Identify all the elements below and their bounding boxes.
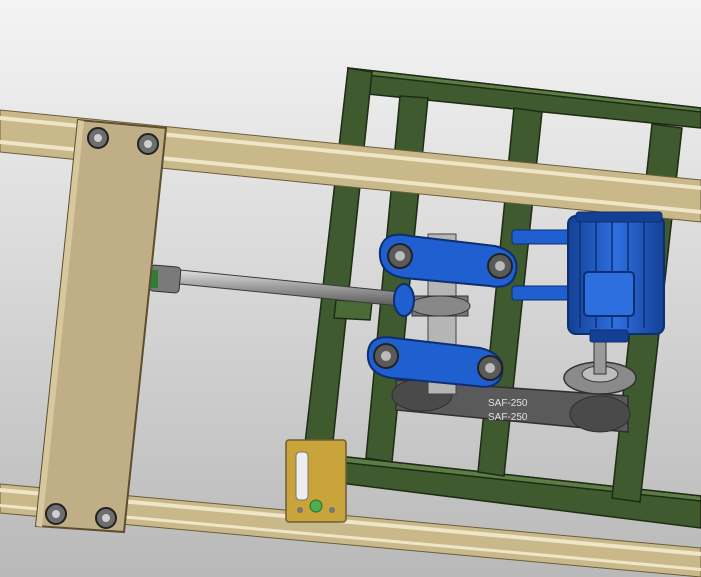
belt-marking-bottom: SAF-250 <box>488 412 528 423</box>
cad-model-render: SAF-250 SAF-250 <box>0 0 701 577</box>
cad-viewport: SAF-250 SAF-250 <box>0 0 701 577</box>
bolt-bottom-right <box>95 507 117 529</box>
belt-marking-top: SAF-250 <box>488 398 528 409</box>
bolt-bottom-left <box>45 503 67 525</box>
bolt-top-left <box>87 127 109 149</box>
limit-switch-bracket <box>285 439 347 523</box>
bolt-top-right <box>137 133 159 155</box>
